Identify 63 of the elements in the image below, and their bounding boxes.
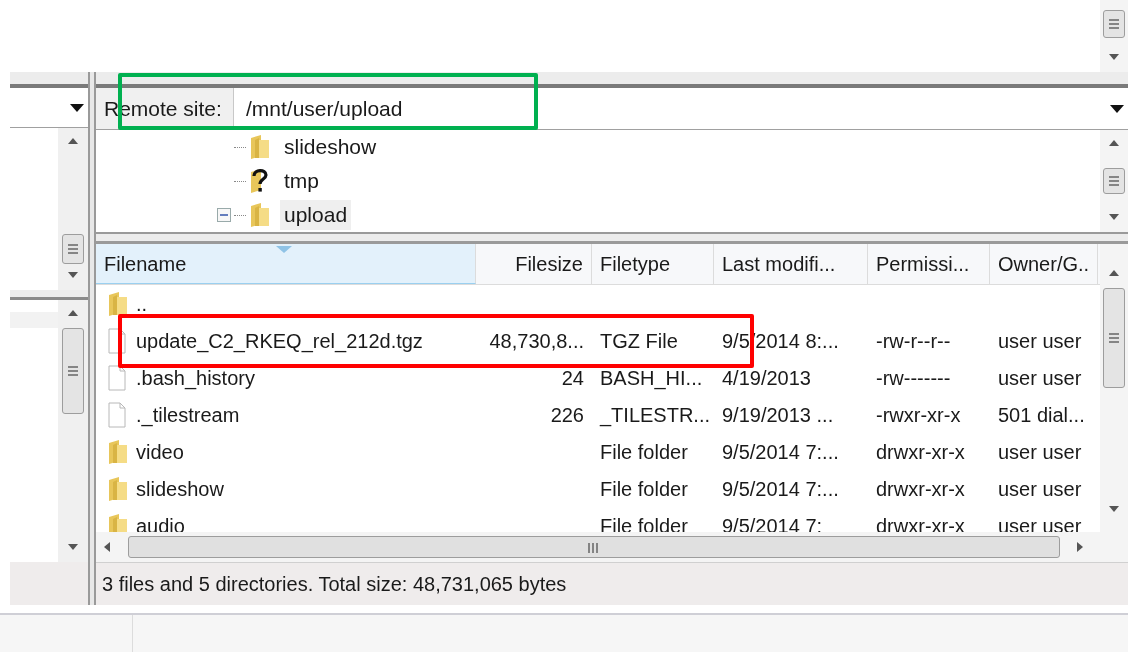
status-text: 3 files and 5 directories. Total size: 48,731,065 bytes: [102, 572, 567, 597]
table-cell-text: -rwxr-xr-x: [876, 402, 961, 428]
tree-item[interactable]: upload: [280, 200, 352, 230]
file-name[interactable]: update_C2_RKEQ_rel_212d.tgz: [136, 325, 423, 356]
grip-icon: [66, 365, 80, 377]
tree-item[interactable]: slideshow: [280, 132, 381, 162]
table-cell-text: 48,730,8...: [489, 328, 584, 354]
table-cell-text: -rw-------: [876, 365, 951, 391]
table-cell-text: 9/5/2014 7:...: [722, 439, 839, 465]
scrollbar-thumb[interactable]: [1103, 168, 1125, 194]
file-icon: [106, 401, 128, 428]
scrollbar-thumb[interactable]: [1103, 288, 1125, 388]
table-cell-text: TGZ File: [600, 328, 678, 354]
table-cell-text: _TILESTR...: [600, 402, 711, 429]
table-cell-text: -rw-r--r--: [876, 328, 951, 354]
grip-icon: [1107, 175, 1121, 187]
table-cell-text: 9/19/2013 ...: [722, 402, 834, 428]
table-cell-text: user user: [998, 365, 1082, 391]
table-cell-text: BASH_HI...: [600, 365, 703, 392]
column-header[interactable]: Filesize: [476, 244, 592, 284]
grip-icon: [1107, 332, 1121, 344]
file-icon: [106, 364, 128, 391]
table-cell-text: 501 dial...: [998, 402, 1085, 428]
file-name[interactable]: video: [136, 436, 184, 467]
table-cell-text: File folder: [600, 476, 688, 502]
tree-item[interactable]: tmp: [280, 166, 323, 196]
column-header[interactable]: Filename: [96, 244, 476, 284]
table-cell-text: drwxr-xr-x: [876, 439, 965, 465]
sort-arrow-icon: [276, 246, 292, 253]
file-name[interactable]: ..: [136, 288, 148, 319]
table-cell-text: user user: [998, 513, 1082, 532]
table-cell-text: 24: [561, 365, 584, 391]
splitter-bar[interactable]: [10, 290, 88, 300]
grip-icon: [587, 541, 601, 553]
dropdown-arrow-icon: [1110, 103, 1124, 114]
file-name[interactable]: audio: [136, 510, 185, 532]
collapse-icon[interactable]: [217, 208, 231, 222]
table-cell-text: user user: [998, 476, 1082, 502]
table-cell-text: 9/5/2014 7:...: [722, 476, 839, 502]
column-header[interactable]: Permissi...: [868, 244, 990, 284]
table-cell-text: 4/19/2013: [722, 365, 811, 391]
scrollbar-thumb[interactable]: [62, 234, 84, 264]
scrollbar-thumb[interactable]: [1103, 10, 1125, 38]
file-name[interactable]: ._tilestream: [136, 399, 240, 430]
scrollbar-thumb[interactable]: [62, 328, 84, 414]
grip-icon: [66, 243, 80, 255]
table-cell-text: File folder: [600, 513, 688, 532]
scrollbar-thumb[interactable]: [128, 536, 1060, 558]
column-header[interactable]: Last modifi...: [714, 244, 868, 284]
table-cell-text: 9/5/2014 7:: [722, 513, 823, 532]
file-name[interactable]: .bash_history: [136, 362, 255, 393]
file-name[interactable]: slideshow: [136, 473, 224, 504]
table-cell-text: user user: [998, 439, 1082, 465]
grip-icon: [1107, 18, 1121, 30]
table-cell-text: drwxr-xr-x: [876, 476, 965, 502]
column-header[interactable]: Filetype: [592, 244, 714, 284]
dropdown-arrow-icon: [70, 102, 84, 113]
table-cell-text: File folder: [600, 439, 688, 465]
table-cell-text: user user: [998, 328, 1082, 354]
path-combo-field[interactable]: /mnt/user/upload: [234, 88, 1128, 129]
column-header[interactable]: Owner/G..: [990, 244, 1098, 284]
table-cell-text: 226: [550, 402, 584, 428]
table-cell-text: drwxr-xr-x: [876, 513, 965, 532]
